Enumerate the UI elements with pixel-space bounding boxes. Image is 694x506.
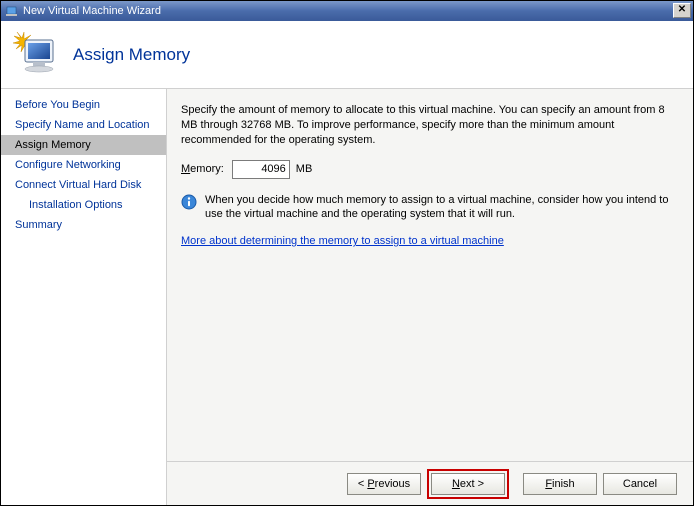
help-link[interactable]: More about determining the memory to ass… xyxy=(181,235,504,247)
info-text: When you decide how much memory to assig… xyxy=(205,193,675,223)
sidebar-item-connect-vhd[interactable]: Connect Virtual Hard Disk xyxy=(1,175,166,195)
sidebar-item-specify-name[interactable]: Specify Name and Location xyxy=(1,115,166,135)
info-icon xyxy=(181,194,197,210)
memory-input[interactable] xyxy=(232,160,290,179)
page-title: Assign Memory xyxy=(73,45,190,65)
memory-label: Memory: xyxy=(181,162,224,177)
window-title: New Virtual Machine Wizard xyxy=(23,5,161,17)
wizard-header-icon xyxy=(11,30,61,80)
description-text: Specify the amount of memory to allocate… xyxy=(181,103,675,148)
memory-unit: MB xyxy=(296,162,313,177)
previous-button[interactable]: < Previous xyxy=(347,473,421,495)
wizard-body: Before You Begin Specify Name and Locati… xyxy=(1,89,693,505)
sidebar-item-summary[interactable]: Summary xyxy=(1,215,166,235)
next-button[interactable]: Next > xyxy=(431,473,505,495)
wizard-window: New Virtual Machine Wizard ✕ Assign Memo… xyxy=(0,0,694,506)
sidebar-item-configure-networking[interactable]: Configure Networking xyxy=(1,155,166,175)
content-pane: Specify the amount of memory to allocate… xyxy=(166,89,693,461)
titlebar: New Virtual Machine Wizard ✕ xyxy=(1,1,693,21)
sidebar-item-assign-memory[interactable]: Assign Memory xyxy=(1,135,166,155)
finish-button[interactable]: Finish xyxy=(523,473,597,495)
sidebar-item-installation-options[interactable]: Installation Options xyxy=(1,195,166,215)
memory-row: Memory: MB xyxy=(181,160,675,179)
wizard-steps-sidebar: Before You Begin Specify Name and Locati… xyxy=(1,89,166,505)
cancel-button[interactable]: Cancel xyxy=(603,473,677,495)
app-icon xyxy=(5,4,19,18)
info-row: When you decide how much memory to assig… xyxy=(181,193,675,223)
sidebar-item-before-you-begin[interactable]: Before You Begin xyxy=(1,95,166,115)
next-highlight: Next > xyxy=(427,469,509,499)
wizard-footer: < Previous Next > Finish Cancel xyxy=(166,461,693,505)
close-button[interactable]: ✕ xyxy=(673,3,691,18)
wizard-header: Assign Memory xyxy=(1,21,693,89)
